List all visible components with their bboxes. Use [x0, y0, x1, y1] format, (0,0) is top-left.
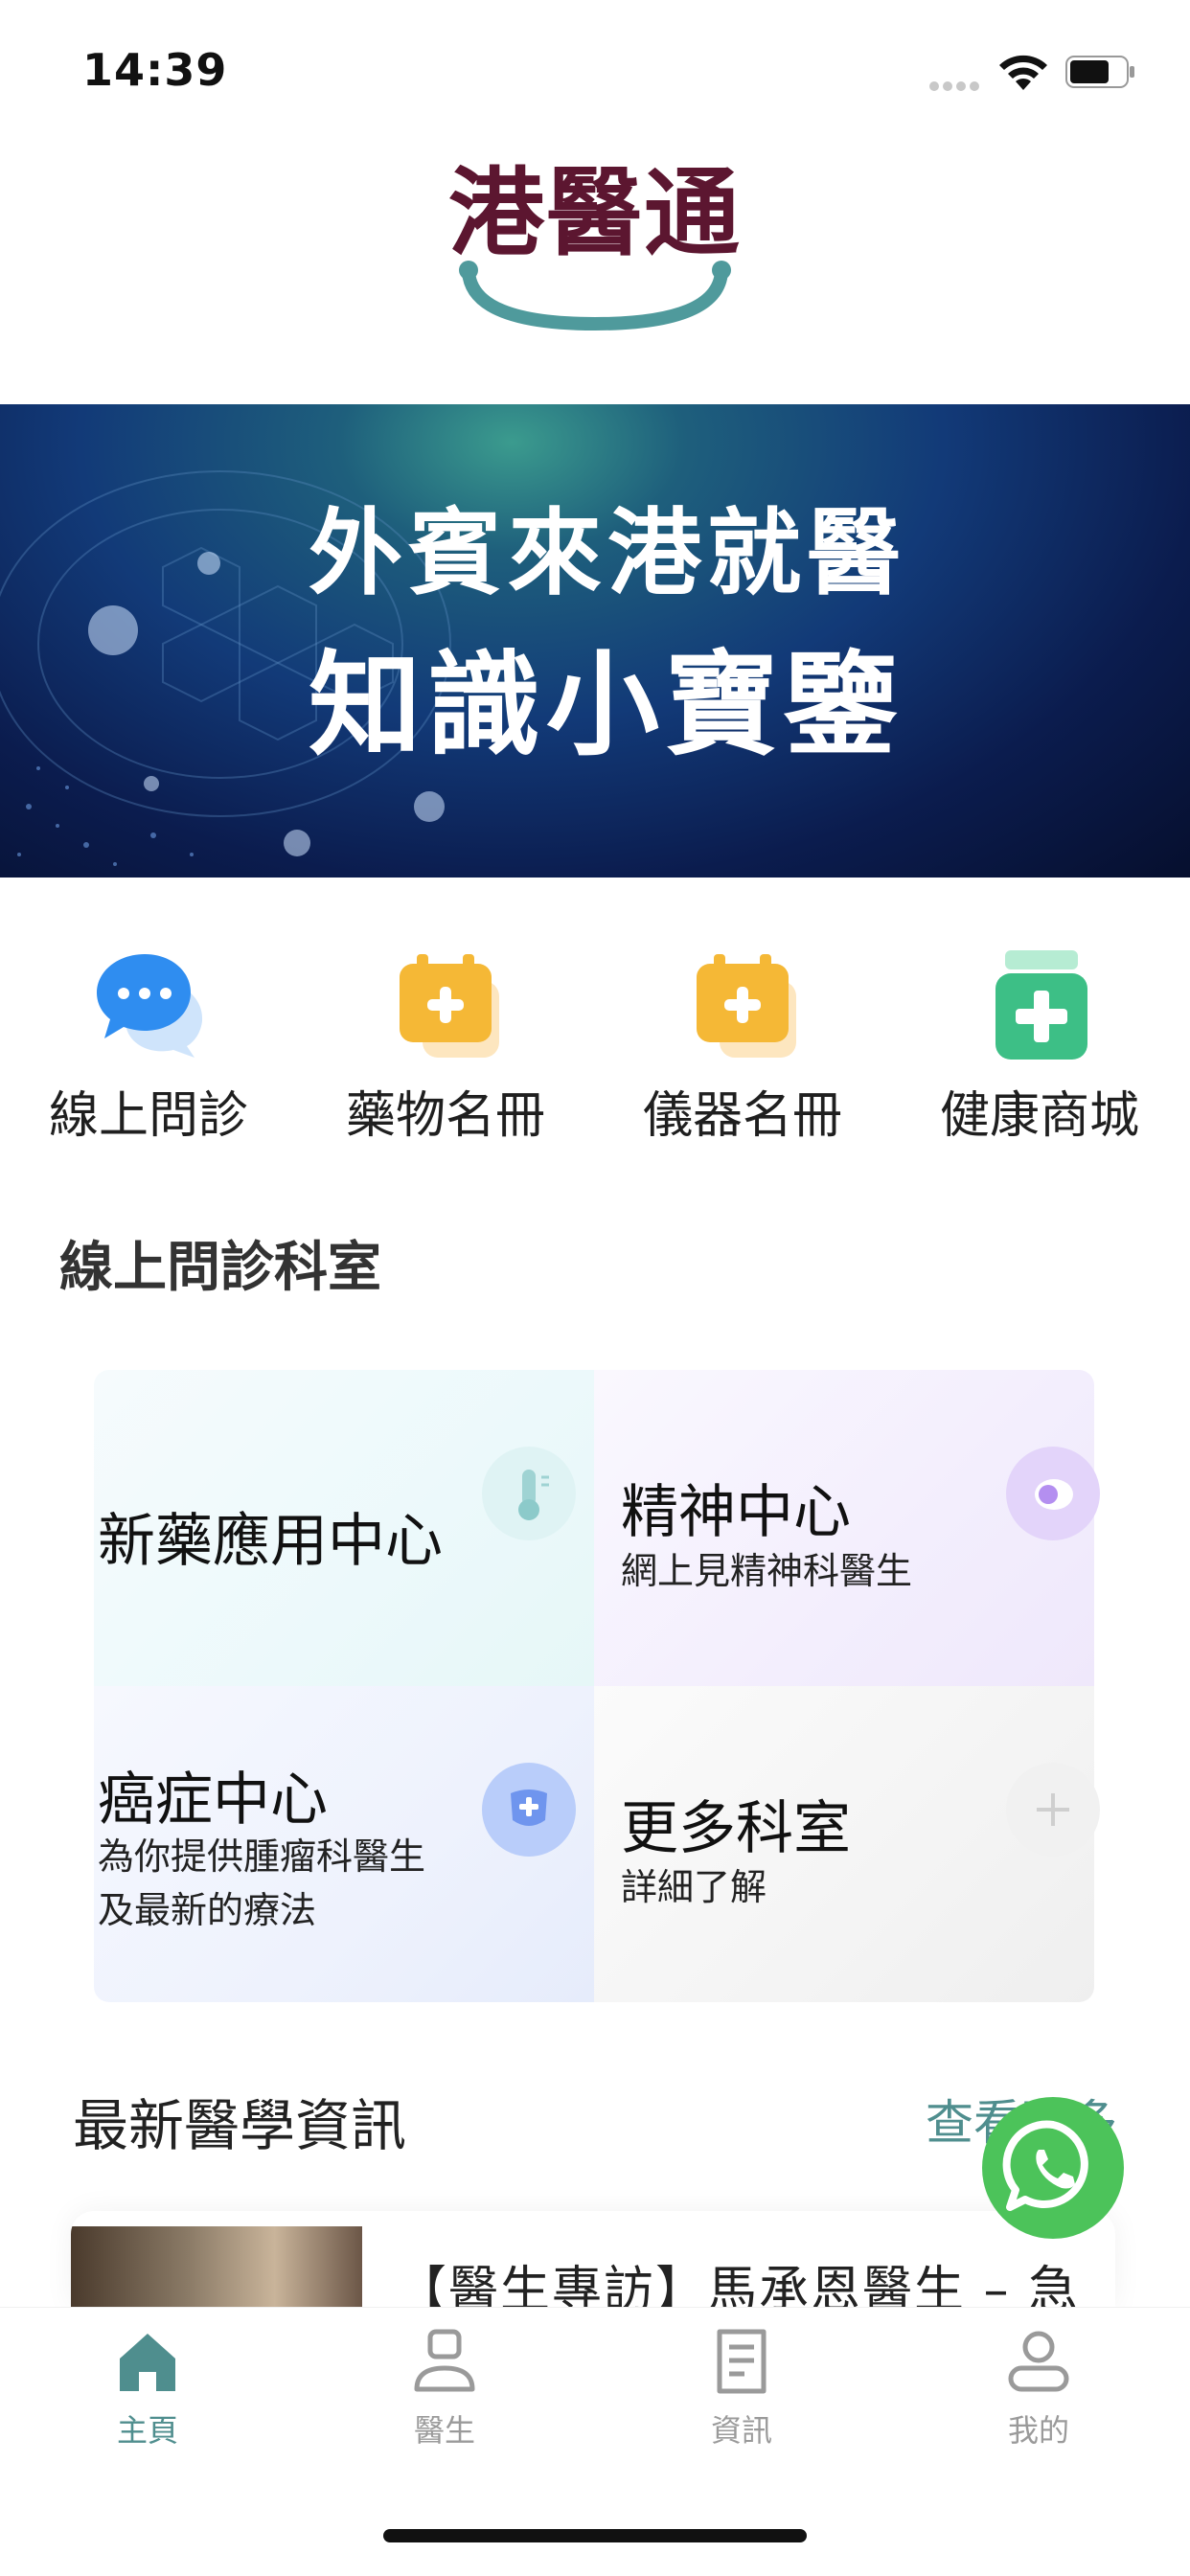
quick-health-mall[interactable]: 健康商城	[929, 948, 1150, 1150]
status-time: 14:39	[82, 44, 228, 96]
tab-label: 主頁	[116, 2412, 178, 2449]
quick-label-instrument-directory: 儀器名冊	[642, 1087, 842, 1145]
logo-smile-icon	[459, 261, 731, 331]
medicine-box-icon	[400, 954, 499, 1058]
quick-online-consult[interactable]: 線上問診	[38, 948, 259, 1150]
home-indicator[interactable]	[383, 2529, 807, 2542]
doctor-icon	[414, 2329, 475, 2392]
mind-icon	[1006, 1447, 1100, 1540]
signal-dots-icon	[929, 77, 985, 91]
quick-label-health-mall: 健康商城	[939, 1087, 1139, 1145]
news-item[interactable]: 【醫生專訪】馬承恩醫生 – 急	[71, 2211, 1115, 2307]
thermometer-icon	[482, 1447, 576, 1540]
plus-icon	[1006, 1763, 1100, 1857]
logo-text: 港醫通	[448, 157, 742, 269]
dept-desc: 網上見精神科醫生	[621, 1550, 913, 1592]
dept-desc-line1: 為你提供腫瘤科醫生	[98, 1835, 426, 1878]
tab-home[interactable]: 主頁	[61, 2328, 234, 2452]
quick-instrument-directory[interactable]: 儀器名冊	[632, 948, 853, 1150]
whatsapp-icon[interactable]	[981, 2096, 1125, 2240]
quick-label-drug-directory: 藥物名冊	[345, 1087, 545, 1145]
tab-label: 資訊	[710, 2412, 772, 2449]
tab-label: 我的	[1007, 2412, 1069, 2449]
dept-title: 更多科室	[621, 1795, 851, 1862]
quick-drug-directory[interactable]: 藥物名冊	[335, 948, 556, 1150]
banner-title-line2: 知識小寶鑒	[309, 639, 904, 771]
tab-news[interactable]: 資訊	[655, 2328, 828, 2452]
cancer-shield-icon	[482, 1763, 576, 1857]
dept-title: 癌症中心	[98, 1767, 328, 1834]
instrument-box-icon	[697, 954, 796, 1058]
dept-card-mental-health[interactable]: 精神中心 網上見精神科醫生	[594, 1370, 1100, 1686]
profile-icon	[1008, 2331, 1069, 2392]
battery-icon	[1065, 56, 1134, 88]
tab-profile[interactable]: 我的	[952, 2328, 1125, 2452]
news-icon	[717, 2329, 767, 2394]
dept-desc-line2: 及最新的療法	[98, 1889, 317, 1931]
tab-label: 醫生	[413, 2412, 475, 2449]
dept-desc: 詳細了解	[621, 1866, 767, 1908]
news-item-title: 【醫生專訪】馬承恩醫生 – 急	[397, 2262, 1081, 2307]
dept-card-more[interactable]: 更多科室 詳細了解	[594, 1686, 1100, 2002]
news-section-title: 最新醫學資訊	[73, 2093, 407, 2158]
medicine-bottle-icon	[995, 950, 1087, 1060]
app-logo: 港醫通	[436, 161, 754, 339]
dept-title: 精神中心	[621, 1479, 851, 1546]
dept-title: 新藥應用中心	[98, 1508, 443, 1575]
quick-label-online-consult: 線上問診	[48, 1087, 248, 1145]
tab-doctor[interactable]: 醫生	[358, 2328, 531, 2452]
dept-card-new-drug[interactable]: 新藥應用中心	[94, 1370, 594, 1686]
dept-card-cancer[interactable]: 癌症中心 為你提供腫瘤科醫生 及最新的療法	[94, 1686, 594, 2002]
departments-section-title: 線上問診科室	[59, 1237, 381, 1299]
banner-title-line1: 外賓來港就醫	[309, 499, 907, 608]
promo-banner[interactable]: 外賓來港就醫 知識小寶鑒	[0, 404, 1190, 878]
news-thumbnail	[71, 2226, 362, 2307]
chat-bubbles-icon	[97, 954, 203, 1058]
home-icon	[120, 2334, 175, 2391]
wifi-icon	[999, 55, 1047, 90]
